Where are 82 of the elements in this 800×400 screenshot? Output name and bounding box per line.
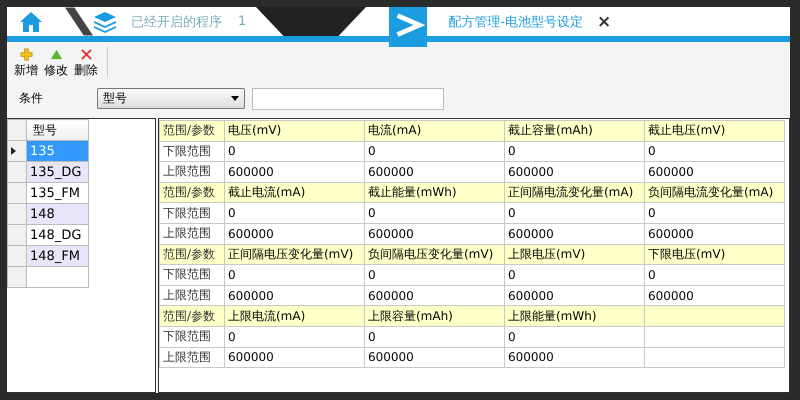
parameter-name: 电流(mA) [364,120,504,142]
table-cell: 600000 [644,285,784,306]
row-label: 范围/参数 [160,182,224,203]
table-cell: 0 [504,326,644,348]
search-field[interactable] [252,88,444,110]
table-cell: 0 [504,202,644,224]
page-tab[interactable]: 配方管理-电池型号设定 × [448,12,612,32]
row-label: 上限范围 [160,285,224,306]
plus-icon [20,48,32,60]
caret-icon [231,96,239,101]
row-label: 下限范围 [160,202,224,224]
row-pointer-icon [11,147,16,155]
table-cell: 600000 [224,162,364,182]
row-label: 下限范围 [160,141,224,162]
model-row[interactable]: 148 [26,204,88,224]
row-label: 上限范围 [160,223,224,244]
table-cell: 0 [644,264,784,286]
parameter-name: 正间隔电流变化量(mA) [504,182,644,203]
table-cell: 0 [364,326,504,348]
cross-icon [80,48,92,60]
table-cell: 0 [364,141,504,162]
row-label: 上限范围 [160,347,224,368]
table-cell: 0 [364,264,504,286]
triangle-icon [50,48,62,60]
table-cell: 600000 [364,162,504,182]
table-cell: 600000 [364,223,504,244]
table-cell: 600000 [364,285,504,306]
tab-label: 配方管理-电池型号设定 [448,14,583,30]
parameter-name: 截止电流(mA) [224,182,364,203]
table-cell: 600000 [504,162,644,182]
table-cell: 600000 [644,223,784,244]
filter-label: 条件 [19,90,44,107]
table-cell: 0 [644,141,784,162]
parameter-name: 截止电压(mV) [644,120,784,142]
field-dropdown[interactable]: 型号 [97,88,245,109]
column-header: 型号 [26,120,88,140]
table-cell: 600000 [504,223,644,244]
parameter-name: 负间隔电压变化量(mV) [364,244,504,265]
table-cell: 0 [224,264,364,286]
add-button[interactable]: 新增 [11,48,41,76]
table-cell: 600000 [224,285,364,306]
model-row[interactable]: 135_DG [26,162,88,182]
table-cell: 600000 [504,285,644,306]
model-row[interactable]: 135_FM [26,182,88,204]
parameter-name: 上限电压(mV) [504,244,644,265]
table-cell: 0 [504,141,644,162]
table-cell: 0 [224,202,364,224]
table-cell: 600000 [224,347,364,368]
row-label: 下限范围 [160,326,224,348]
program-count: 1 [238,14,246,29]
row-label: 上限范围 [160,162,224,182]
row-label: 范围/参数 [160,244,224,265]
table-cell: 600000 [224,223,364,244]
row-label: 范围/参数 [160,306,224,326]
model-row[interactable]: 148_FM [26,246,88,266]
table-cell: 0 [644,202,784,224]
row-label: 下限范围 [160,264,224,286]
parameter-name: 正间隔电压变化量(mV) [224,244,364,265]
close-icon[interactable]: × [596,12,612,32]
table-cell: 600000 [364,347,504,368]
table-cell: 0 [364,202,504,224]
table-cell: 0 [224,141,364,162]
table-cell: 600000 [644,162,784,182]
model-row[interactable]: 148_DG [26,224,88,246]
parameter-name: 下限电压(mV) [644,244,784,265]
tab-separator [65,7,93,36]
table-cell: 600000 [504,347,644,368]
home-icon[interactable] [19,10,43,32]
edit-button[interactable]: 修改 [41,48,71,76]
delete-button[interactable]: 删除 [71,48,101,76]
parameter-name: 上限能量(mWh) [504,306,644,326]
tab-label: 已经开启的程序 [131,14,222,30]
layers-icon [93,10,117,32]
parameter-name: 上限电流(mA) [224,306,364,326]
parameter-name: 截止能量(mWh) [364,182,504,203]
parameter-name: 负间隔电流变化量(mA) [644,182,784,203]
parameter-name: 电压(mV) [224,120,364,142]
parameter-name: 截止容量(mAh) [504,120,644,142]
table-cell: 0 [224,326,364,348]
parameter-name: 上限容量(mAh) [364,306,504,326]
table-cell: 0 [504,264,644,286]
row-label: 范围/参数 [160,120,224,142]
